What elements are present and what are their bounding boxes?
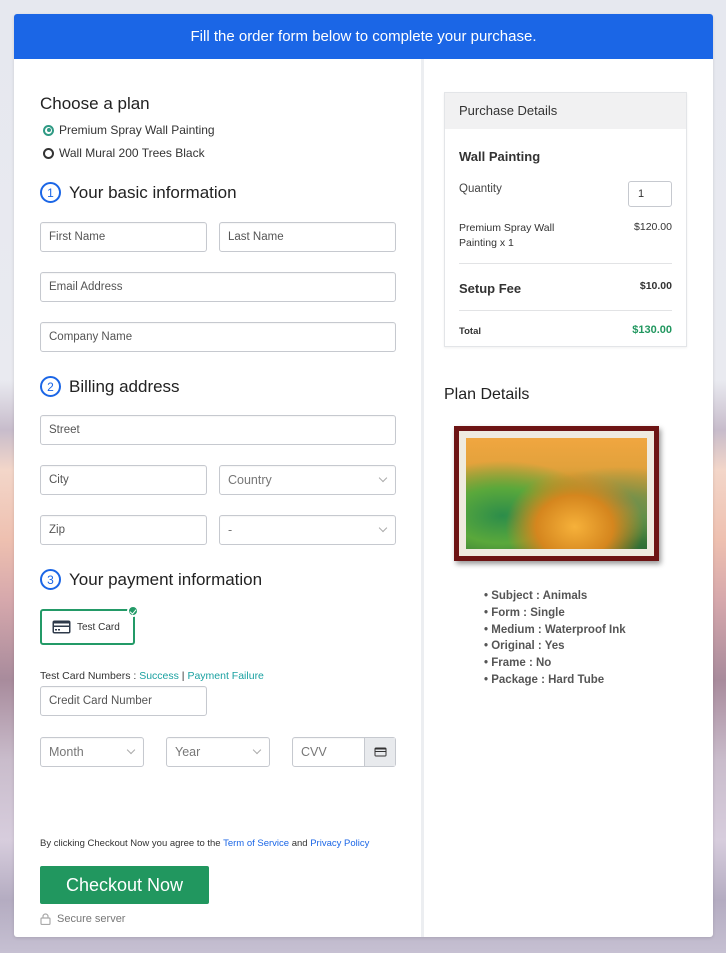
painting-mat — [459, 431, 654, 556]
step-2-icon: 2 — [40, 376, 61, 397]
plan-option-label: Premium Spray Wall Painting — [59, 123, 215, 137]
test-card-numbers: Test Card Numbers : Success | Payment Fa… — [40, 670, 264, 682]
street-input[interactable]: Street — [40, 415, 396, 445]
test-card-label: Test Card — [77, 621, 120, 633]
product-image — [454, 426, 659, 561]
plan-option-wall-mural[interactable]: Wall Mural 200 Trees Black — [43, 146, 205, 160]
spec-item: Package : Hard Tube — [484, 672, 626, 689]
spec-item: Medium : Waterproof Ink — [484, 622, 625, 639]
painting-artwork — [466, 438, 647, 549]
step-1-icon: 1 — [40, 182, 61, 203]
choose-plan-heading: Choose a plan — [40, 94, 150, 113]
billing-heading: 2 Billing address — [40, 376, 180, 397]
privacy-policy-link[interactable]: Privacy Policy — [310, 838, 369, 849]
radio-unselected-icon[interactable] — [43, 147, 54, 159]
year-select-value: Year — [175, 745, 201, 759]
expiry-year-select[interactable]: Year — [166, 737, 270, 767]
chevron-down-icon — [378, 473, 388, 483]
purchase-details-panel: Purchase Details Wall Painting Quantity … — [444, 92, 687, 347]
divider — [459, 310, 672, 311]
email-input[interactable]: Email Address — [40, 272, 396, 302]
expiry-month-select[interactable]: Month — [40, 737, 144, 767]
country-select-value: Country — [228, 473, 272, 487]
section-title: Your basic information — [69, 182, 237, 202]
first-name-input[interactable]: First Name — [40, 222, 207, 252]
spec-item: Subject : Animals — [484, 588, 626, 605]
terms-notice: By clicking Checkout Now you agree to th… — [40, 838, 369, 849]
cvv-input[interactable]: CVV — [292, 737, 396, 767]
section-title: Billing address — [69, 376, 180, 396]
chevron-down-icon — [378, 523, 388, 533]
product-title: Wall Painting — [459, 149, 541, 164]
test-card-numbers-label: Test Card Numbers : — [40, 670, 140, 682]
plan-specs-list: Subject : Animals Form : Single Medium :… — [484, 588, 626, 689]
payment-failure-link[interactable]: Payment Failure — [187, 670, 263, 682]
basic-info-heading: 1 Your basic information — [40, 182, 237, 203]
spec-item: Frame : No — [484, 655, 626, 672]
success-link[interactable]: Success — [139, 670, 179, 682]
line-item-label: Premium Spray Wall Painting x 1 — [459, 222, 555, 249]
credit-card-number-input[interactable]: Credit Card Number — [40, 686, 207, 716]
quantity-label: Quantity — [459, 183, 502, 195]
cvv-card-icon-box — [364, 738, 395, 766]
spec-item: Form : Single — [484, 605, 626, 622]
secure-server-note: Secure server — [40, 913, 125, 925]
line-item-price: $120.00 — [634, 221, 672, 233]
test-card-method-button[interactable]: Test Card — [40, 605, 139, 645]
state-select-value: - — [228, 523, 233, 537]
quantity-input[interactable]: 1 — [628, 181, 672, 207]
credit-card-icon — [52, 620, 71, 634]
month-select-value: Month — [49, 745, 84, 759]
order-form: Choose a plan Premium Spray Wall Paintin… — [14, 59, 421, 937]
checkout-now-button[interactable]: Checkout Now — [40, 866, 209, 904]
terms-prefix: By clicking Checkout Now you agree to th… — [40, 838, 224, 849]
plan-option-premium-spray[interactable]: Premium Spray Wall Painting — [43, 123, 215, 137]
setup-fee-label: Setup Fee — [459, 281, 522, 296]
last-name-input[interactable]: Last Name — [219, 222, 396, 252]
state-select[interactable]: - — [219, 515, 396, 545]
zip-input[interactable]: Zip — [40, 515, 207, 545]
cvv-placeholder: CVV — [301, 745, 327, 759]
check-circle-icon — [127, 605, 139, 617]
chevron-down-icon — [252, 745, 262, 755]
payment-heading: 3 Your payment information — [40, 569, 262, 590]
secure-server-label: Secure server — [57, 913, 126, 925]
total-price: $130.00 — [632, 324, 672, 336]
chevron-down-icon — [126, 745, 136, 755]
city-input[interactable]: City — [40, 465, 207, 495]
company-input[interactable]: Company Name — [40, 322, 396, 352]
step-3-icon: 3 — [40, 569, 61, 590]
terms-and: and — [289, 838, 311, 849]
plan-details-heading: Plan Details — [444, 386, 530, 403]
country-select[interactable]: Country — [219, 465, 396, 495]
purchase-details-heading: Purchase Details — [445, 93, 686, 129]
divider — [459, 263, 672, 264]
order-summary: Purchase Details Wall Painting Quantity … — [424, 59, 713, 937]
terms-of-service-link[interactable]: Term of Service — [223, 838, 289, 849]
section-title: Your payment information — [69, 569, 263, 589]
credit-card-icon — [374, 747, 386, 757]
spec-item: Original : Yes — [484, 638, 626, 655]
order-form-card: Fill the order form below to complete yo… — [14, 14, 713, 937]
radio-selected-icon[interactable] — [43, 124, 54, 136]
lock-icon — [40, 913, 51, 925]
total-label: Total — [459, 326, 481, 337]
header-banner: Fill the order form below to complete yo… — [14, 14, 713, 59]
setup-fee-price: $10.00 — [639, 280, 672, 292]
plan-option-label: Wall Mural 200 Trees Black — [59, 146, 205, 160]
